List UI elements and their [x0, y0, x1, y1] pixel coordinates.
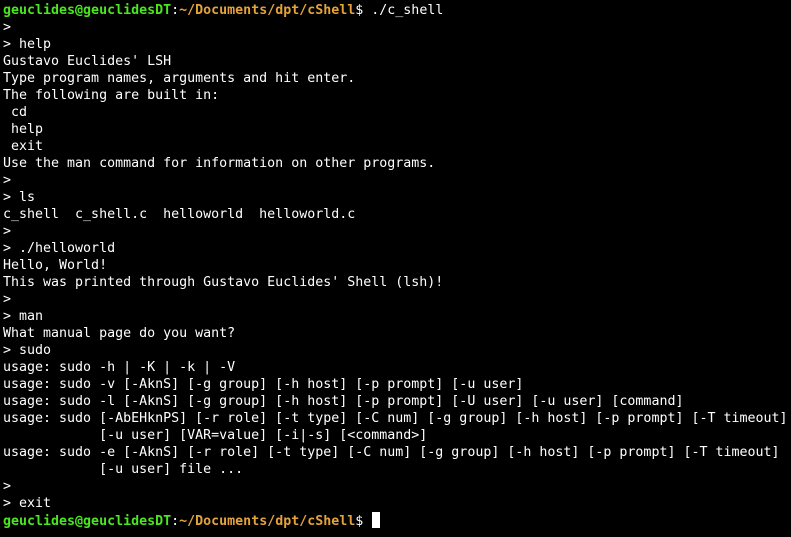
output-line: This was printed through Gustavo Euclide… — [3, 275, 444, 290]
terminal-window[interactable]: geuclides@geuclidesDT:~/Documents/dpt/cS… — [0, 0, 791, 537]
output-line: What manual page do you want? — [3, 326, 236, 341]
prompt-user-host: geuclides@geuclidesDT — [3, 3, 172, 18]
prompt-separator: : — [171, 3, 180, 18]
prompt-symbol: $ — [355, 3, 372, 18]
output-line: > sudo — [3, 343, 52, 358]
first-prompt-line: geuclides@geuclidesDT:~/Documents/dpt/cS… — [3, 2, 791, 19]
output-line: c_shell c_shell.c helloworld helloworld.… — [3, 207, 356, 222]
output-line: Type program names, arguments and hit en… — [3, 71, 356, 86]
output-line: > help — [3, 37, 52, 52]
output-line: usage: sudo -h | -K | -k | -V — [3, 360, 236, 375]
output-line: Hello, World! — [3, 258, 108, 273]
output-line: The following are built in: — [3, 88, 220, 103]
output-line: > — [3, 292, 12, 307]
output-line: [-u user] [VAR=value] [-i|-s] [<command>… — [3, 428, 428, 443]
output-line: usage: sudo -e [-AknS] [-r role] [-t typ… — [3, 445, 780, 460]
output-line: > — [3, 173, 12, 188]
prompt-path: ~/Documents/dpt/cShell — [179, 3, 356, 18]
output-line: usage: sudo [-AbEHknPS] [-r role] [-t ty… — [3, 411, 788, 426]
output-line: help — [3, 122, 44, 137]
text-cursor[interactable] — [372, 512, 381, 528]
terminal-output: > > help Gustavo Euclides' LSH Type program… — [3, 19, 791, 512]
last-prompt-line[interactable]: geuclides@geuclidesDT:~/Documents/dpt/cS… — [3, 512, 791, 529]
output-line: > ./helloworld — [3, 241, 116, 256]
output-line: Gustavo Euclides' LSH — [3, 54, 172, 69]
prompt-command: ./c_shell — [371, 3, 444, 18]
output-line: [-u user] file ... — [3, 462, 244, 477]
output-line: cd — [3, 105, 28, 120]
prompt-path: ~/Documents/dpt/cShell — [179, 514, 356, 529]
output-line: > — [3, 479, 12, 494]
output-line: > — [3, 20, 12, 35]
output-line: > exit — [3, 496, 52, 511]
output-line: usage: sudo -v [-AknS] [-g group] [-h ho… — [3, 377, 524, 392]
prompt-separator: : — [171, 514, 180, 529]
prompt-user-host: geuclides@geuclidesDT — [3, 514, 172, 529]
output-line: usage: sudo -l [-AknS] [-g group] [-h ho… — [3, 394, 684, 409]
output-line: > ls — [3, 190, 36, 205]
prompt-symbol: $ — [355, 514, 372, 529]
output-line: > — [3, 224, 12, 239]
output-line: Use the man command for information on o… — [3, 156, 436, 171]
output-line: exit — [3, 139, 44, 154]
output-line: > man — [3, 309, 44, 324]
